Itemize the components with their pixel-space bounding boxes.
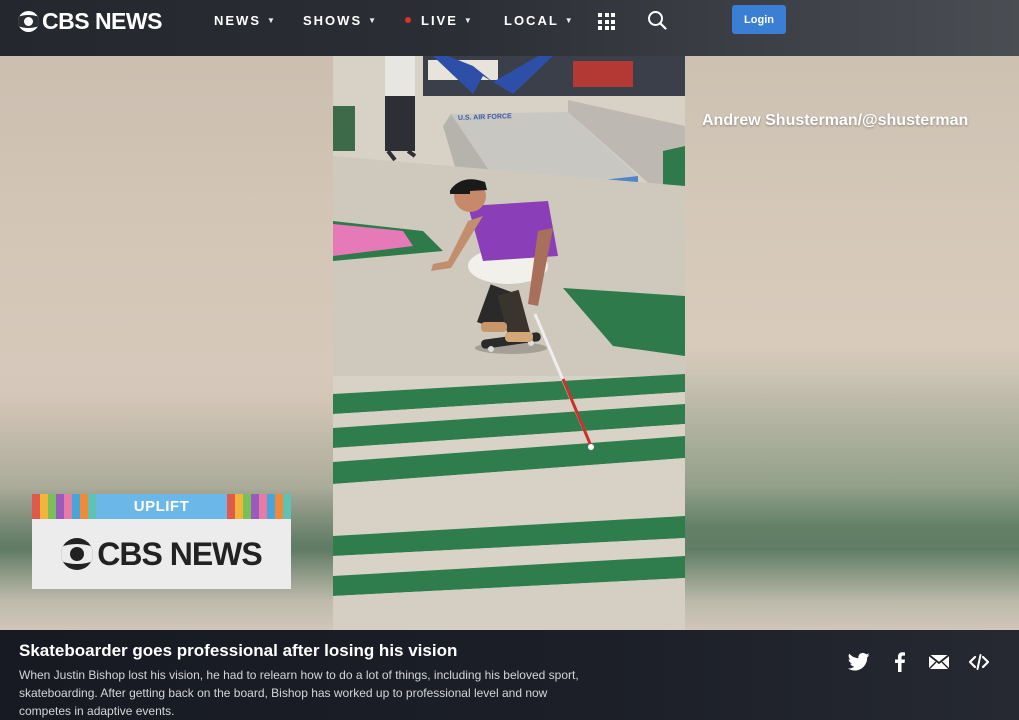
video-description: When Justin Bishop lost his vision, he h… bbox=[19, 668, 579, 718]
chevron-down-icon: ▼ bbox=[564, 15, 573, 25]
cbs-news-logo[interactable]: CBS NEWS bbox=[18, 7, 162, 34]
login-button[interactable]: Login bbox=[732, 5, 786, 34]
cbs-eye-icon bbox=[18, 10, 39, 32]
bug-logo: CBS NEWS bbox=[32, 519, 291, 589]
search-icon[interactable] bbox=[647, 10, 667, 30]
apps-grid-icon[interactable] bbox=[598, 13, 615, 30]
live-dot-icon bbox=[405, 17, 411, 23]
facebook-icon[interactable] bbox=[889, 652, 911, 672]
skatepark-scene: U.S. AIR FORCE bbox=[333, 56, 685, 630]
uplift-color-bar: UPLIFT bbox=[32, 494, 291, 519]
nav-item-local[interactable]: LOCAL ▼ bbox=[504, 12, 573, 28]
nav-label: NEWS bbox=[214, 12, 261, 28]
uplift-cbs-news-bug: UPLIFT CBS NEWS bbox=[32, 494, 291, 589]
embed-icon[interactable] bbox=[968, 652, 990, 672]
nav-item-news[interactable]: NEWS ▼ bbox=[214, 12, 275, 28]
nav-label: LIVE bbox=[421, 12, 458, 28]
video-title: Skateboarder goes professional after los… bbox=[19, 641, 458, 660]
chevron-down-icon: ▼ bbox=[463, 15, 472, 25]
chevron-down-icon: ▼ bbox=[267, 15, 275, 25]
chevron-down-icon: ▼ bbox=[368, 15, 377, 25]
video-frame: U.S. AIR FORCE bbox=[333, 56, 685, 630]
video-caption: Skateboarder goes professional after los… bbox=[0, 630, 1019, 720]
top-nav: CBS NEWS NEWS ▼ SHOWS ▼ LIVE ▼ LOCAL ▼ L… bbox=[0, 0, 1019, 56]
nav-item-live[interactable]: LIVE ▼ bbox=[405, 12, 472, 28]
nav-label: SHOWS bbox=[303, 12, 363, 28]
bug-logo-text: CBS NEWS bbox=[97, 535, 262, 572]
video-player[interactable]: U.S. AIR FORCE Andrew Shusterman/@shuste… bbox=[0, 56, 1019, 630]
photo-credit: Andrew Shusterman/@shusterman bbox=[702, 112, 969, 129]
nav-item-shows[interactable]: SHOWS ▼ bbox=[303, 12, 376, 28]
twitter-icon[interactable] bbox=[848, 652, 870, 672]
nav-label: LOCAL bbox=[504, 12, 559, 28]
email-icon[interactable] bbox=[928, 652, 950, 672]
uplift-label: UPLIFT bbox=[133, 498, 190, 515]
cbs-eye-icon bbox=[61, 538, 94, 570]
logo-text: CBS NEWS bbox=[42, 7, 162, 34]
